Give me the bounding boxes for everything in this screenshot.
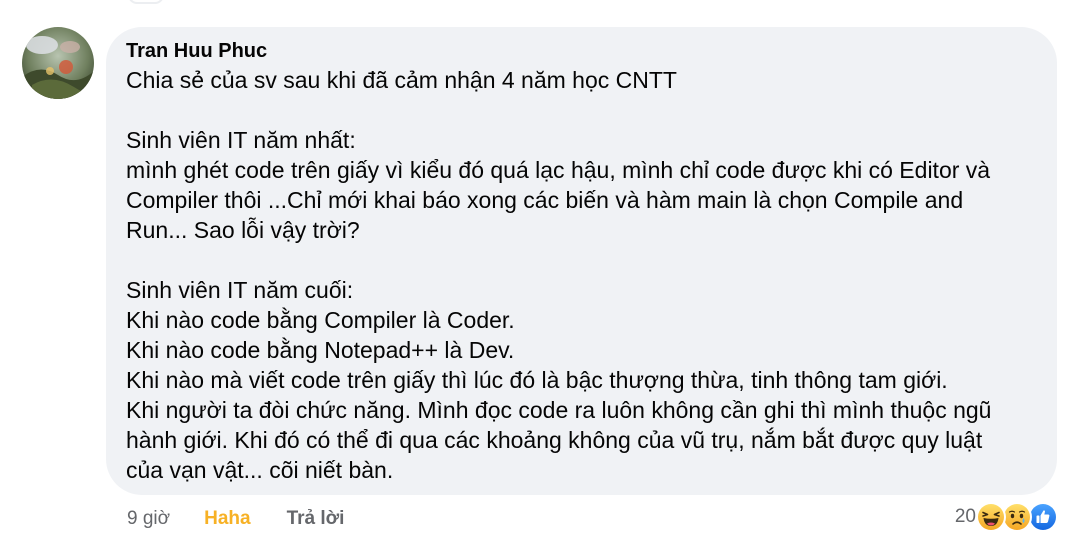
- like-icon: [1028, 502, 1058, 532]
- comment-timestamp[interactable]: 9 giờ: [127, 508, 170, 530]
- comment-line: Khi người ta đòi chức năng. Mình đọc cod…: [126, 397, 992, 423]
- reaction-summary[interactable]: 20: [955, 502, 1058, 532]
- comment-actions: 9 giờ Haha Trả lời: [127, 506, 344, 532]
- comment-line: Sinh viên IT năm cuối:: [126, 277, 354, 303]
- comment-line: Sinh viên IT năm nhất:: [126, 127, 356, 153]
- comment-line: Chia sẻ của sv sau khi đã cảm nhận 4 năm…: [126, 67, 677, 93]
- comment-line: mình ghét code trên giấy vì kiểu đó quá …: [126, 157, 991, 183]
- comment-line: Khi nào code bằng Notepad++ là Dev.: [126, 337, 515, 363]
- comment-line: [126, 245, 1037, 275]
- comment-line: Run... Sao lỗi vậy trời?: [126, 217, 360, 243]
- haha-reaction-button[interactable]: Haha: [204, 508, 250, 530]
- haha-icon: [976, 502, 1006, 532]
- comment-line: của vạn vật... cõi niết bàn.: [126, 457, 394, 483]
- previous-comment-reaction-badge: [128, 0, 164, 4]
- comment-author[interactable]: Tran Huu Phuc: [126, 38, 267, 64]
- comment-line: Khi nào code bằng Compiler là Coder.: [126, 307, 515, 333]
- comment-line: hành giới. Khi đó có thể đi qua các khoả…: [126, 427, 983, 453]
- comment-bubble: Tran Huu Phuc Chia sẻ của sv sau khi đã …: [106, 27, 1057, 495]
- avatar[interactable]: [22, 27, 94, 99]
- comment-line: Compiler thôi ...Chỉ mới khai báo xong c…: [126, 187, 964, 213]
- sad-icon: [1002, 502, 1032, 532]
- comment-line: Khi nào mà viết code trên giấy thì lúc đ…: [126, 367, 948, 393]
- reply-button[interactable]: Trả lời: [287, 508, 345, 530]
- avatar-image: [22, 27, 94, 99]
- reaction-count: 20: [954, 506, 976, 527]
- comment-line: [126, 95, 1037, 125]
- comment-text: Chia sẻ của sv sau khi đã cảm nhận 4 năm…: [126, 65, 1037, 485]
